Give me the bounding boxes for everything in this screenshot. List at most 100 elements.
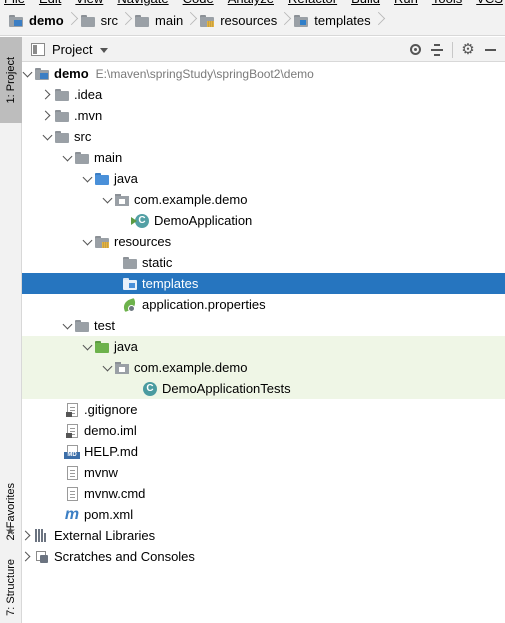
toolbar-divider	[452, 41, 453, 58]
breadcrumb-demo[interactable]: demo	[8, 6, 64, 36]
tree-node-application-properties[interactable]: application.properties	[22, 294, 505, 315]
breadcrumb-main[interactable]: main	[134, 6, 183, 36]
chevron-right-icon[interactable]	[42, 105, 54, 126]
text-file-icon	[64, 486, 80, 502]
tree-node-label: .mvn	[74, 108, 103, 123]
tree-node-mvnw-cmd[interactable]: mvnw.cmd	[22, 483, 505, 504]
maven-icon: m	[64, 505, 80, 523]
chevron-down-icon[interactable]	[62, 147, 74, 168]
collapse-all-button[interactable]	[426, 39, 448, 61]
minimize-icon	[484, 48, 496, 51]
tree-node-demo[interactable]: demo E:\maven\springStudy\springBoot2\de…	[22, 63, 505, 84]
project-tree: demo E:\maven\springStudy\springBoot2\de…	[22, 62, 505, 623]
tree-node-label: External Libraries	[54, 528, 156, 543]
chevron-down-icon[interactable]	[100, 47, 109, 53]
test-source-folder-icon	[94, 339, 110, 355]
tree-node-label: Scratches and Consoles	[54, 549, 195, 564]
breadcrumb-label: demo	[29, 13, 64, 28]
folder-icon	[134, 14, 150, 28]
crosshair-icon	[409, 44, 421, 55]
tree-node-label: .gitignore	[84, 402, 138, 417]
tree-node-label: HELP.md	[84, 444, 138, 459]
tree-node-mvn[interactable]: .mvn	[22, 105, 505, 126]
project-path: E:\maven\springStudy\springBoot2\demo	[95, 66, 314, 81]
tree-node-demo-application[interactable]: C DemoApplication	[22, 210, 505, 231]
tree-node-idea[interactable]: .idea	[22, 84, 505, 105]
tree-node-label: pom.xml	[84, 507, 134, 522]
tree-node-test-package[interactable]: com.example.demo	[22, 357, 505, 378]
tree-node-src[interactable]: src	[22, 126, 505, 147]
chevron-down-icon[interactable]	[102, 189, 114, 210]
tab-project[interactable]: 1: Project	[0, 37, 22, 123]
chevron-down-icon[interactable]	[42, 126, 54, 147]
tab-structure-label: 7: Structure	[5, 558, 17, 616]
gear-icon: ⚙	[461, 41, 475, 58]
tree-node-main[interactable]: main	[22, 147, 505, 168]
test-class-icon: C	[142, 381, 158, 397]
spring-config-icon	[122, 297, 138, 313]
tree-node-resources[interactable]: resources	[22, 231, 505, 252]
tree-node-label: static	[142, 255, 173, 270]
chevron-right-icon	[373, 6, 383, 36]
markdown-file-icon: MD	[64, 444, 80, 460]
tree-node-external-libraries[interactable]: External Libraries	[22, 525, 505, 546]
chevron-right-icon[interactable]	[22, 546, 34, 567]
chevron-down-icon[interactable]	[82, 336, 94, 357]
tree-node-gitignore[interactable]: .gitignore	[22, 399, 505, 420]
tree-node-label: main	[94, 150, 123, 165]
chevron-right-icon	[66, 6, 76, 36]
chevron-down-icon[interactable]	[22, 63, 34, 84]
locate-file-button[interactable]	[404, 39, 426, 61]
chevron-right-icon[interactable]	[42, 84, 54, 105]
hide-panel-button[interactable]	[479, 39, 501, 61]
tree-node-help-md[interactable]: MD HELP.md	[22, 441, 505, 462]
tree-node-demo-iml[interactable]: demo.iml	[22, 420, 505, 441]
tree-node-test[interactable]: test	[22, 315, 505, 336]
folder-icon	[122, 276, 138, 292]
chevron-right-icon	[279, 6, 289, 36]
breadcrumb-templates[interactable]: templates	[293, 6, 371, 36]
settings-button[interactable]: ⚙	[457, 39, 479, 61]
tree-node-test-java[interactable]: java	[22, 336, 505, 357]
chevron-right-icon	[185, 6, 195, 36]
text-file-icon	[64, 465, 80, 481]
tree-node-demo-application-tests[interactable]: C DemoApplicationTests	[22, 378, 505, 399]
tree-node-label: test	[94, 318, 115, 333]
tree-node-main-package[interactable]: com.example.demo	[22, 189, 505, 210]
breadcrumb-src[interactable]: src	[80, 6, 118, 36]
tree-node-mvnw[interactable]: mvnw	[22, 462, 505, 483]
text-file-icon	[64, 402, 80, 418]
tree-node-static[interactable]: static	[22, 252, 505, 273]
package-icon	[114, 192, 130, 208]
tree-node-label: templates	[142, 276, 199, 291]
tree-node-label: java	[114, 339, 138, 354]
tree-node-pom-xml[interactable]: m pom.xml	[22, 504, 505, 525]
tab-project-label: 1: Project	[5, 56, 17, 104]
project-folder-icon	[34, 66, 50, 82]
folder-icon	[54, 87, 70, 103]
tree-node-scratches[interactable]: Scratches and Consoles	[22, 546, 505, 567]
chevron-right-icon[interactable]	[22, 525, 34, 546]
tab-structure[interactable]: 7: Structure	[0, 552, 22, 622]
tree-node-label: demo	[54, 66, 89, 81]
tree-node-main-java[interactable]: java	[22, 168, 505, 189]
resources-folder-icon	[94, 234, 110, 250]
tree-node-label: com.example.demo	[134, 192, 248, 207]
chevron-down-icon[interactable]	[82, 168, 94, 189]
tree-node-templates[interactable]: templates	[22, 273, 505, 294]
tree-node-label: application.properties	[142, 297, 266, 312]
chevron-down-icon[interactable]	[62, 315, 74, 336]
breadcrumb-label: resources	[220, 13, 278, 28]
panel-title[interactable]: Project	[52, 42, 92, 57]
folder-icon	[74, 150, 90, 166]
breadcrumb-resources[interactable]: resources	[199, 6, 277, 36]
tree-node-label: src	[74, 129, 92, 144]
spring-boot-class-icon: C	[131, 213, 150, 229]
tree-node-label: mvnw	[84, 465, 118, 480]
project-folder-icon	[8, 14, 24, 28]
breadcrumb-label: templates	[314, 13, 371, 28]
tree-node-label: com.example.demo	[134, 360, 248, 375]
chevron-down-icon[interactable]	[82, 231, 94, 252]
chevron-down-icon[interactable]	[102, 357, 114, 378]
star-icon: ★	[5, 524, 16, 538]
